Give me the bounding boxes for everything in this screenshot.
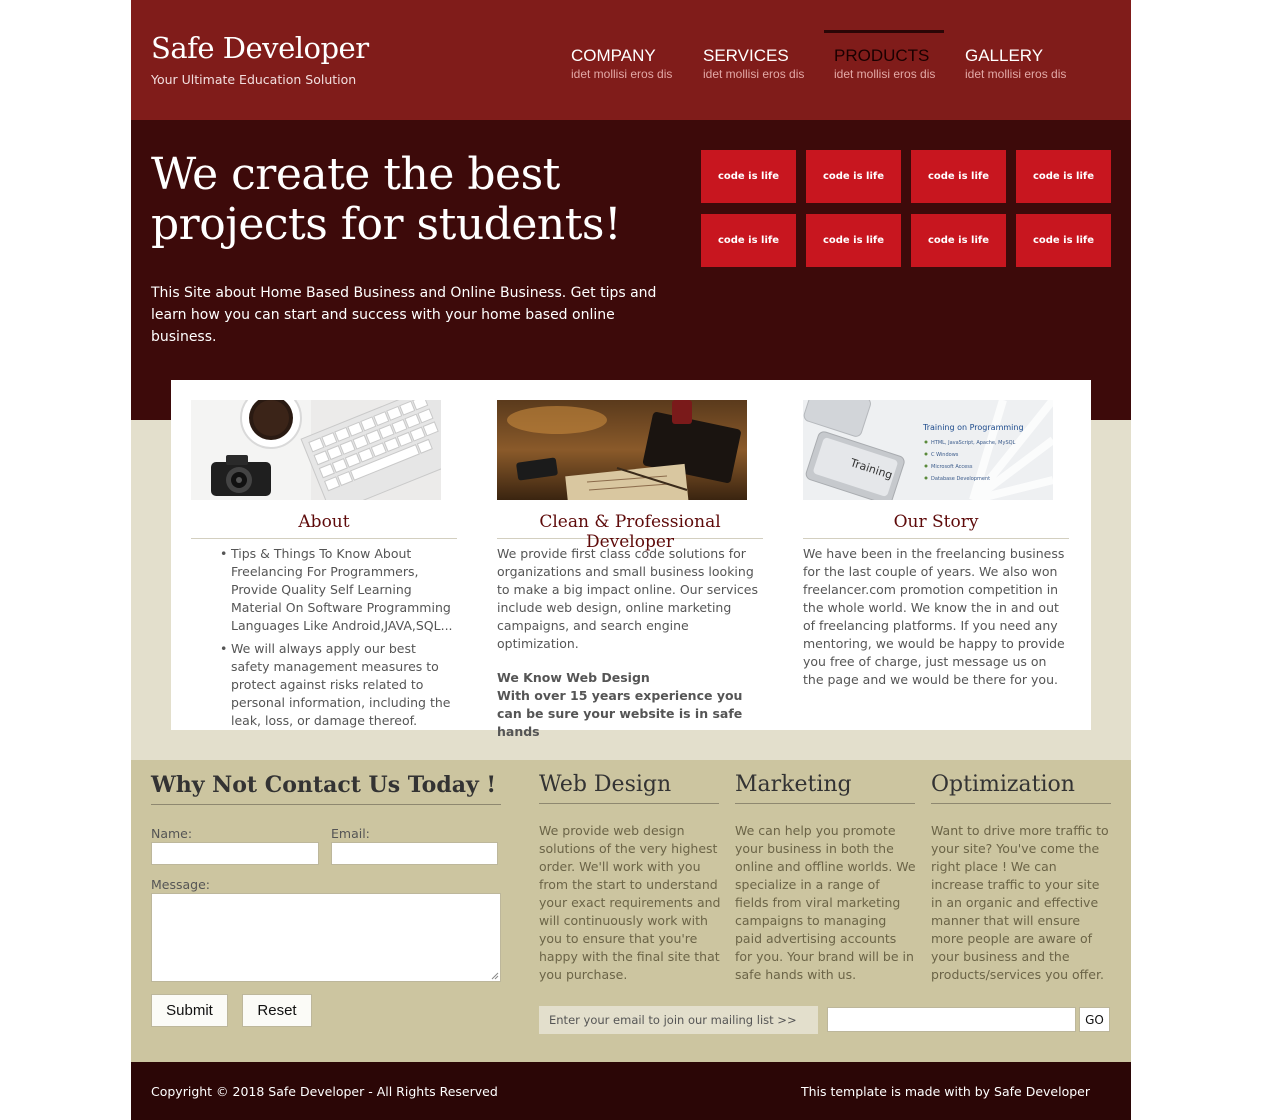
nav-sublabel: idet mollisi eros dis xyxy=(834,67,936,81)
training-image-item: Microsoft Access xyxy=(931,464,973,470)
developer-strong-text: With over 15 years experience you can be… xyxy=(497,688,743,739)
code-tile[interactable]: code is life xyxy=(911,150,1006,203)
message-textarea[interactable] xyxy=(151,893,501,982)
training-image-item: HTML, JavaScript, Apache, MySQL xyxy=(931,440,1016,446)
site-footer: Copyright © 2018 Safe Developer - All Ri… xyxy=(131,1062,1131,1120)
nav-item-services[interactable]: SERVICES idet mollisi eros dis xyxy=(693,30,813,90)
nav-active-indicator xyxy=(824,30,944,33)
hero-title: We create the best projects for students… xyxy=(151,150,671,250)
footer-copyright: Copyright © 2018 Safe Developer - All Ri… xyxy=(151,1084,498,1099)
developer-strong-heading: We Know Web Design xyxy=(497,670,650,685)
message-label: Message: xyxy=(151,877,210,892)
footer-credit: This template is made with by Safe Devel… xyxy=(800,1084,1090,1099)
code-tile[interactable]: code is life xyxy=(701,150,796,203)
nav-sublabel: idet mollisi eros dis xyxy=(965,67,1067,81)
code-tile[interactable]: code is life xyxy=(911,214,1006,267)
name-input[interactable] xyxy=(151,842,319,865)
code-tile[interactable]: code is life xyxy=(1016,214,1111,267)
laptop-camera-image xyxy=(191,400,441,500)
about-body: Tips & Things To Know About Freelancing … xyxy=(191,545,457,730)
developer-text: We provide first class code solutions fo… xyxy=(497,546,758,651)
nav-label: PRODUCTS xyxy=(834,46,930,65)
training-image-item: Database Development xyxy=(931,476,990,482)
nav-indicator xyxy=(955,30,1075,33)
hero-section: We create the best projects for students… xyxy=(131,120,1131,420)
about-title: About xyxy=(191,512,457,539)
mailing-go-button[interactable]: GO xyxy=(1079,1007,1110,1032)
nav-label: COMPANY xyxy=(571,46,656,65)
nav-item-gallery[interactable]: GALLERY idet mollisi eros dis xyxy=(955,30,1075,90)
contact-section: Why Not Contact Us Today ! Name: Email: … xyxy=(131,760,1131,1062)
marketing-title: Marketing xyxy=(735,772,915,804)
page: Safe Developer Your Ultimate Education S… xyxy=(131,0,1131,1120)
training-keyboard-image: Training Training on Programming HTML, J… xyxy=(803,400,1053,500)
hero-description: This Site about Home Based Business and … xyxy=(151,285,657,345)
hero-title-line-1: We create the best xyxy=(151,149,560,200)
site-logo[interactable]: Safe Developer xyxy=(151,31,369,65)
about-list: Tips & Things To Know About Freelancing … xyxy=(191,545,457,730)
name-label: Name: xyxy=(151,826,193,841)
nav-label: SERVICES xyxy=(703,46,789,65)
developer-column: Clean & Professional Developer We provid… xyxy=(497,400,763,741)
contact-title: Why Not Contact Us Today ! xyxy=(151,772,501,805)
web-design-text: We provide web design solutions of the v… xyxy=(539,823,721,982)
story-column: Training Training on Programming HTML, J… xyxy=(803,400,1069,689)
email-label: Email: xyxy=(331,826,370,841)
nav-sublabel: idet mollisi eros dis xyxy=(571,67,673,81)
site-header: Safe Developer Your Ultimate Education S… xyxy=(131,0,1131,120)
mailing-list-input[interactable] xyxy=(827,1007,1076,1032)
resize-handle-icon[interactable] xyxy=(491,972,499,980)
marketing-text: We can help you promote your business in… xyxy=(735,823,916,982)
email-input[interactable] xyxy=(331,842,498,865)
story-title: Our Story xyxy=(803,512,1069,539)
optimization-title: Optimization xyxy=(931,772,1111,804)
code-tile[interactable]: code is life xyxy=(806,150,901,203)
nav-item-company[interactable]: COMPANY idet mollisi eros dis xyxy=(561,30,681,90)
nav-indicator xyxy=(561,30,681,33)
code-tile[interactable]: code is life xyxy=(1016,150,1111,203)
code-tile[interactable]: code is life xyxy=(701,214,796,267)
developer-body: We provide first class code solutions fo… xyxy=(497,545,763,741)
story-body: We have been in the freelancing business… xyxy=(803,546,1065,687)
nav-indicator xyxy=(693,30,813,33)
mailing-list-prompt: Enter your email to join our mailing lis… xyxy=(539,1006,818,1034)
training-image-heading: Training on Programming xyxy=(922,423,1024,432)
list-item: Tips & Things To Know About Freelancing … xyxy=(220,545,457,635)
site-tagline: Your Ultimate Education Solution xyxy=(151,72,357,87)
training-image-item: C Windows xyxy=(931,452,959,458)
submit-button[interactable]: Submit xyxy=(151,994,228,1027)
web-design-title: Web Design xyxy=(539,772,719,804)
code-tile[interactable]: code is life xyxy=(806,214,901,267)
nav-sublabel: idet mollisi eros dis xyxy=(703,67,805,81)
nav-item-products[interactable]: PRODUCTS idet mollisi eros dis xyxy=(824,30,944,90)
desk-workspace-image xyxy=(497,400,747,500)
reset-button[interactable]: Reset xyxy=(242,994,312,1027)
nav-label: GALLERY xyxy=(965,46,1044,65)
hero-title-line-2: projects for students! xyxy=(151,199,622,250)
list-item: We will always apply our best safety man… xyxy=(220,640,457,730)
about-column: About Tips & Things To Know About Freela… xyxy=(191,400,457,735)
optimization-text: Want to drive more traffic to your site?… xyxy=(931,823,1109,982)
developer-title: Clean & Professional Developer xyxy=(497,512,763,552)
feature-card: About Tips & Things To Know About Freela… xyxy=(171,380,1091,739)
